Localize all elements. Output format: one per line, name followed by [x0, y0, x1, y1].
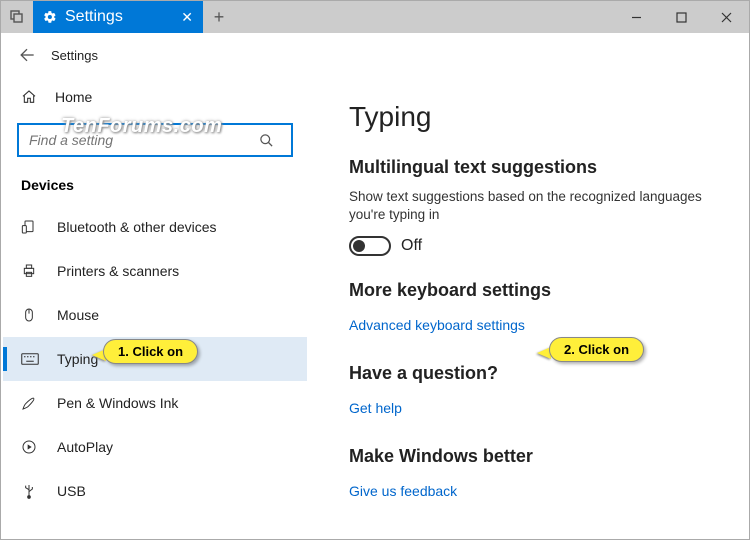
search-input[interactable] — [19, 132, 259, 148]
section-question-heading: Have a question? — [349, 363, 721, 384]
sidebar-item-label: Pen & Windows Ink — [57, 395, 178, 411]
window-close-button[interactable] — [704, 1, 749, 33]
toggle-label: Off — [401, 237, 422, 255]
section-multilingual-heading: Multilingual text suggestions — [349, 157, 721, 178]
autoplay-icon — [21, 439, 39, 455]
settings-header: Settings — [1, 33, 749, 77]
settings-main: Typing Multilingual text suggestions Sho… — [309, 77, 749, 539]
devices-icon — [21, 219, 39, 235]
keyboard-icon — [21, 352, 39, 366]
sidebar-item-bluetooth[interactable]: Bluetooth & other devices — [3, 205, 307, 249]
back-button[interactable] — [7, 45, 47, 65]
home-icon — [21, 89, 37, 105]
usb-icon — [21, 483, 39, 499]
sidebar-item-label: Bluetooth & other devices — [57, 219, 217, 235]
sidebar-item-usb[interactable]: USB — [3, 469, 307, 513]
sidebar-item-label: Printers & scanners — [57, 263, 179, 279]
new-tab-button[interactable]: + — [203, 1, 235, 33]
sidebar-item-label: Mouse — [57, 307, 99, 323]
mouse-icon — [21, 307, 39, 323]
sidebar-item-printers[interactable]: Printers & scanners — [3, 249, 307, 293]
sidebar-item-label: USB — [57, 483, 86, 499]
sidebar-item-label: AutoPlay — [57, 439, 113, 455]
window-list-icon[interactable] — [1, 1, 33, 33]
browser-tabstrip: Settings ✕ + — [1, 1, 749, 33]
sidebar-item-autoplay[interactable]: AutoPlay — [3, 425, 307, 469]
advanced-keyboard-link[interactable]: Advanced keyboard settings — [349, 317, 525, 333]
multilingual-toggle[interactable] — [349, 236, 391, 256]
tab-settings[interactable]: Settings ✕ — [33, 1, 203, 33]
page-title: Typing — [349, 101, 721, 133]
window-minimize-button[interactable] — [614, 1, 659, 33]
printer-icon — [21, 263, 39, 279]
sidebar-home-label: Home — [55, 89, 92, 105]
pen-icon — [21, 395, 39, 411]
search-icon[interactable] — [259, 133, 291, 148]
settings-sidebar: Home Devices Bluetooth & other devices P… — [1, 77, 309, 539]
feedback-link[interactable]: Give us feedback — [349, 483, 457, 499]
window-maximize-button[interactable] — [659, 1, 704, 33]
callout-1: 1. Click on — [103, 339, 198, 364]
sidebar-item-pen[interactable]: Pen & Windows Ink — [3, 381, 307, 425]
section-more-keyboard-heading: More keyboard settings — [349, 280, 721, 301]
search-input-wrap[interactable] — [17, 123, 293, 157]
tab-title: Settings — [65, 8, 123, 26]
gear-icon — [43, 10, 57, 24]
header-title: Settings — [47, 48, 98, 63]
callout-2: 2. Click on — [549, 337, 644, 362]
get-help-link[interactable]: Get help — [349, 400, 402, 416]
section-multilingual-desc: Show text suggestions based on the recog… — [349, 188, 721, 224]
sidebar-home[interactable]: Home — [3, 77, 307, 117]
sidebar-section-heading: Devices — [3, 171, 307, 205]
section-feedback-heading: Make Windows better — [349, 446, 721, 467]
sidebar-item-mouse[interactable]: Mouse — [3, 293, 307, 337]
tab-close-icon[interactable]: ✕ — [181, 9, 193, 26]
